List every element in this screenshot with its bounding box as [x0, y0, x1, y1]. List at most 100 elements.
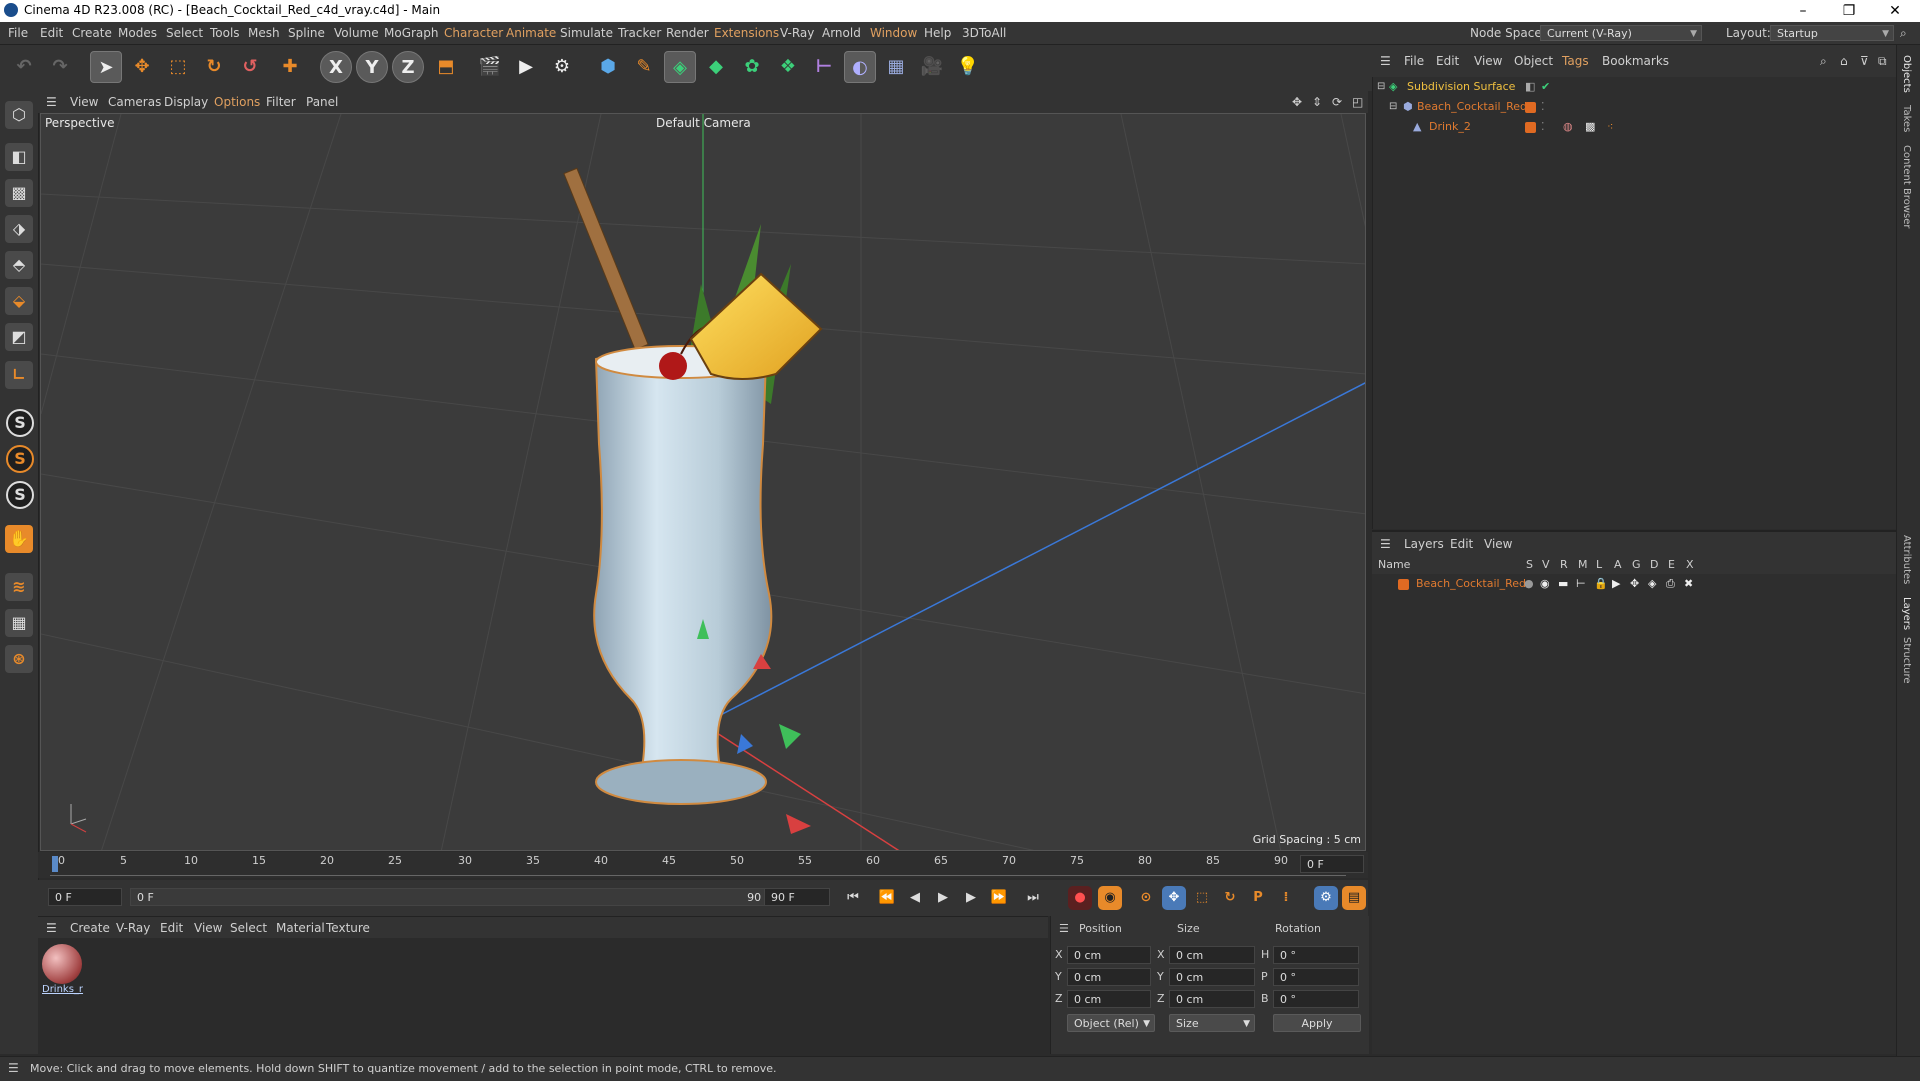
- viewport-menu-view[interactable]: View: [70, 95, 98, 109]
- position-x-field[interactable]: 0 cm: [1067, 946, 1151, 964]
- hamburger-icon[interactable]: ☰: [46, 921, 57, 935]
- timeline-layout-icon[interactable]: ▤: [1342, 886, 1366, 910]
- menu-edit[interactable]: Edit: [40, 26, 63, 40]
- material-menu-select[interactable]: Select: [230, 921, 267, 935]
- hamburger-icon[interactable]: ☰: [1059, 922, 1069, 935]
- viewport-menu-options[interactable]: Options: [214, 95, 260, 109]
- key-scale-icon[interactable]: ⬚: [1190, 886, 1214, 910]
- material-menu-material[interactable]: Material: [276, 921, 325, 935]
- visibility-dots-icon[interactable]: ⁚: [1541, 97, 1545, 117]
- viewport-menu-filter[interactable]: Filter: [266, 95, 296, 109]
- layer-lock-icon[interactable]: 🔒: [1594, 574, 1608, 594]
- menu-select[interactable]: Select: [166, 26, 203, 40]
- x-axis-arrow[interactable]: [786, 814, 811, 834]
- close-button[interactable]: ✕: [1872, 0, 1918, 22]
- workplane-icon[interactable]: ≋: [5, 573, 33, 601]
- layer-color-icon[interactable]: [1525, 102, 1536, 113]
- key-parameter-icon[interactable]: P: [1246, 886, 1270, 910]
- menu-character[interactable]: Character: [444, 26, 503, 40]
- viewport-menu-panel[interactable]: Panel: [306, 95, 338, 109]
- go-to-next-key-icon[interactable]: ⏩: [988, 888, 1010, 908]
- render-settings-icon[interactable]: ⚙: [546, 51, 578, 83]
- maximize-button[interactable]: ❐: [1826, 0, 1872, 22]
- size-x-field[interactable]: 0 cm: [1169, 946, 1255, 964]
- material-tag-icon[interactable]: ◍: [1563, 117, 1573, 137]
- objects-menu-tags[interactable]: Tags: [1562, 54, 1589, 68]
- objects-menu-view[interactable]: View: [1474, 54, 1502, 68]
- cube-icon[interactable]: ⬢: [592, 51, 624, 83]
- render-region-icon[interactable]: 🎬: [474, 51, 506, 83]
- menu-3dtoall[interactable]: 3DToAll: [962, 26, 1006, 40]
- field-icon[interactable]: ◐: [844, 51, 876, 83]
- side-tab-attributes[interactable]: Attributes: [1901, 535, 1912, 584]
- size-z-field[interactable]: 0 cm: [1169, 990, 1255, 1008]
- collapse-icon[interactable]: ⊟: [1377, 77, 1385, 97]
- side-tab-takes[interactable]: Takes: [1901, 105, 1912, 132]
- keyframe-selection-icon[interactable]: ⊙: [1134, 886, 1158, 910]
- layers-menu-edit[interactable]: Edit: [1450, 537, 1473, 551]
- rotation-b-field[interactable]: 0 °: [1273, 990, 1359, 1008]
- polygons-mode-icon[interactable]: ⬙: [5, 287, 33, 315]
- deformer-icon[interactable]: ❖: [772, 51, 804, 83]
- next-frame-icon[interactable]: ▶: [960, 888, 982, 908]
- uvw-tag-icon[interactable]: ▩: [1585, 117, 1595, 137]
- go-to-end-icon[interactable]: ⏭: [1022, 888, 1044, 908]
- enabled-check-icon[interactable]: ✔: [1541, 77, 1550, 97]
- axis-y-button[interactable]: Y: [356, 51, 388, 83]
- material-menu-create[interactable]: Create: [70, 921, 110, 935]
- menu-help[interactable]: Help: [924, 26, 951, 40]
- layer-color-icon[interactable]: [1525, 122, 1536, 133]
- position-z-field[interactable]: 0 cm: [1067, 990, 1151, 1008]
- axis-x-button[interactable]: X: [320, 51, 352, 83]
- layer-manager-icon[interactable]: ⊢: [1576, 574, 1586, 594]
- layers-menu-layers[interactable]: Layers: [1404, 537, 1444, 551]
- extrude-icon[interactable]: ◆: [700, 51, 732, 83]
- add-icon[interactable]: ✚: [274, 51, 306, 83]
- menu-extensions[interactable]: Extensions: [714, 26, 779, 40]
- layer-render-icon[interactable]: ▬: [1558, 574, 1568, 594]
- play-icon[interactable]: ▶: [932, 888, 954, 908]
- objects-menu-bookmarks[interactable]: Bookmarks: [1602, 54, 1669, 68]
- apply-button[interactable]: Apply: [1273, 1014, 1361, 1032]
- model-mode-icon[interactable]: ◧: [5, 143, 33, 171]
- menu-create[interactable]: Create: [72, 26, 112, 40]
- rotate-icon[interactable]: ↻: [198, 51, 230, 83]
- axis-mode-icon[interactable]: ∟: [5, 361, 33, 389]
- make-editable-icon[interactable]: ⬡: [5, 101, 33, 129]
- layer-animation-icon[interactable]: ▶: [1612, 574, 1620, 594]
- objects-menu-object[interactable]: Object: [1514, 54, 1553, 68]
- menu-arnold[interactable]: Arnold: [822, 26, 861, 40]
- home-icon[interactable]: ⌂: [1840, 54, 1848, 68]
- grid-plane-icon[interactable]: ▦: [5, 609, 33, 637]
- menu-animate[interactable]: Animate: [506, 26, 556, 40]
- menu-tools[interactable]: Tools: [210, 26, 240, 40]
- move-icon[interactable]: ✥: [126, 51, 158, 83]
- menu-window[interactable]: Window: [870, 26, 917, 40]
- go-to-previous-key-icon[interactable]: ⏪: [876, 888, 898, 908]
- layer-row[interactable]: Beach_Cocktail_Red ● ◉ ▬ ⊢ 🔒 ▶ ✥ ◈ ⎙ ✖: [1372, 574, 1896, 594]
- node-space-select[interactable]: Current (V-Ray) ▼: [1540, 25, 1702, 41]
- texture-mode-icon[interactable]: ▩: [5, 179, 33, 207]
- layer-visible-icon[interactable]: ◉: [1540, 574, 1550, 594]
- snap-settings-icon[interactable]: S: [6, 445, 34, 473]
- objects-menu-edit[interactable]: Edit: [1436, 54, 1459, 68]
- search-icon[interactable]: ⌕: [1900, 26, 1907, 41]
- autokey-icon[interactable]: ◉: [1098, 886, 1122, 910]
- menu-mograph[interactable]: MoGraph: [384, 26, 439, 40]
- size-y-field[interactable]: 0 cm: [1169, 968, 1255, 986]
- objects-menu-file[interactable]: File: [1404, 54, 1424, 68]
- viewport-maximize-icon[interactable]: ◰: [1352, 95, 1363, 109]
- side-tab-structure[interactable]: Structure: [1901, 637, 1912, 684]
- recent-tools-icon[interactable]: ↺: [234, 51, 266, 83]
- rotation-p-field[interactable]: 0 °: [1273, 968, 1359, 986]
- selection-tag-icon[interactable]: ⁖: [1607, 117, 1613, 137]
- edges-mode-icon[interactable]: ⬘: [5, 251, 33, 279]
- previous-frame-icon[interactable]: ◀: [904, 888, 926, 908]
- object-row[interactable]: ⊟ ⬢ Beach_Cocktail_Red ⁚: [1373, 97, 1897, 117]
- points-mode-icon[interactable]: ⬗: [5, 215, 33, 243]
- layer-deformers-icon[interactable]: ◈: [1648, 574, 1656, 594]
- render-view-icon[interactable]: ▶: [510, 51, 542, 83]
- current-frame-field[interactable]: 0 F: [1300, 855, 1364, 873]
- menu-file[interactable]: File: [8, 26, 28, 40]
- material-menu-edit[interactable]: Edit: [160, 921, 183, 935]
